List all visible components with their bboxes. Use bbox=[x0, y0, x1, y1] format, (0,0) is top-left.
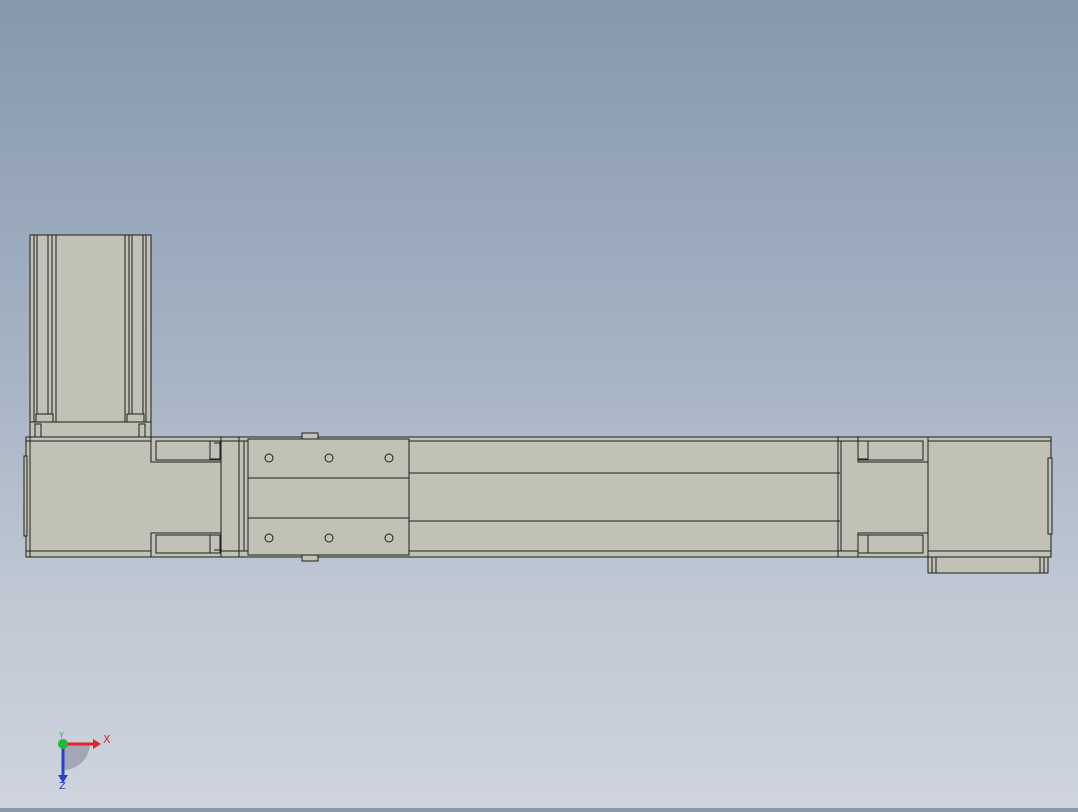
x-axis-arrowhead bbox=[93, 739, 101, 749]
coordinate-triad: X Y Z bbox=[58, 731, 111, 792]
model-drawing[interactable]: X Y Z bbox=[0, 0, 1078, 808]
cad-viewport[interactable]: X Y Z bbox=[0, 0, 1078, 808]
slider-carriage[interactable] bbox=[247, 432, 410, 562]
x-axis-label: X bbox=[103, 733, 111, 746]
z-axis-label: Z bbox=[59, 781, 66, 792]
linear-actuator-model[interactable] bbox=[23, 234, 1053, 574]
motor-housing[interactable] bbox=[29, 234, 152, 439]
base-foot[interactable] bbox=[927, 556, 1049, 574]
y-axis-dot bbox=[58, 739, 68, 749]
triad-plane-quadrant bbox=[63, 743, 90, 770]
y-axis-label: Y bbox=[58, 731, 64, 740]
